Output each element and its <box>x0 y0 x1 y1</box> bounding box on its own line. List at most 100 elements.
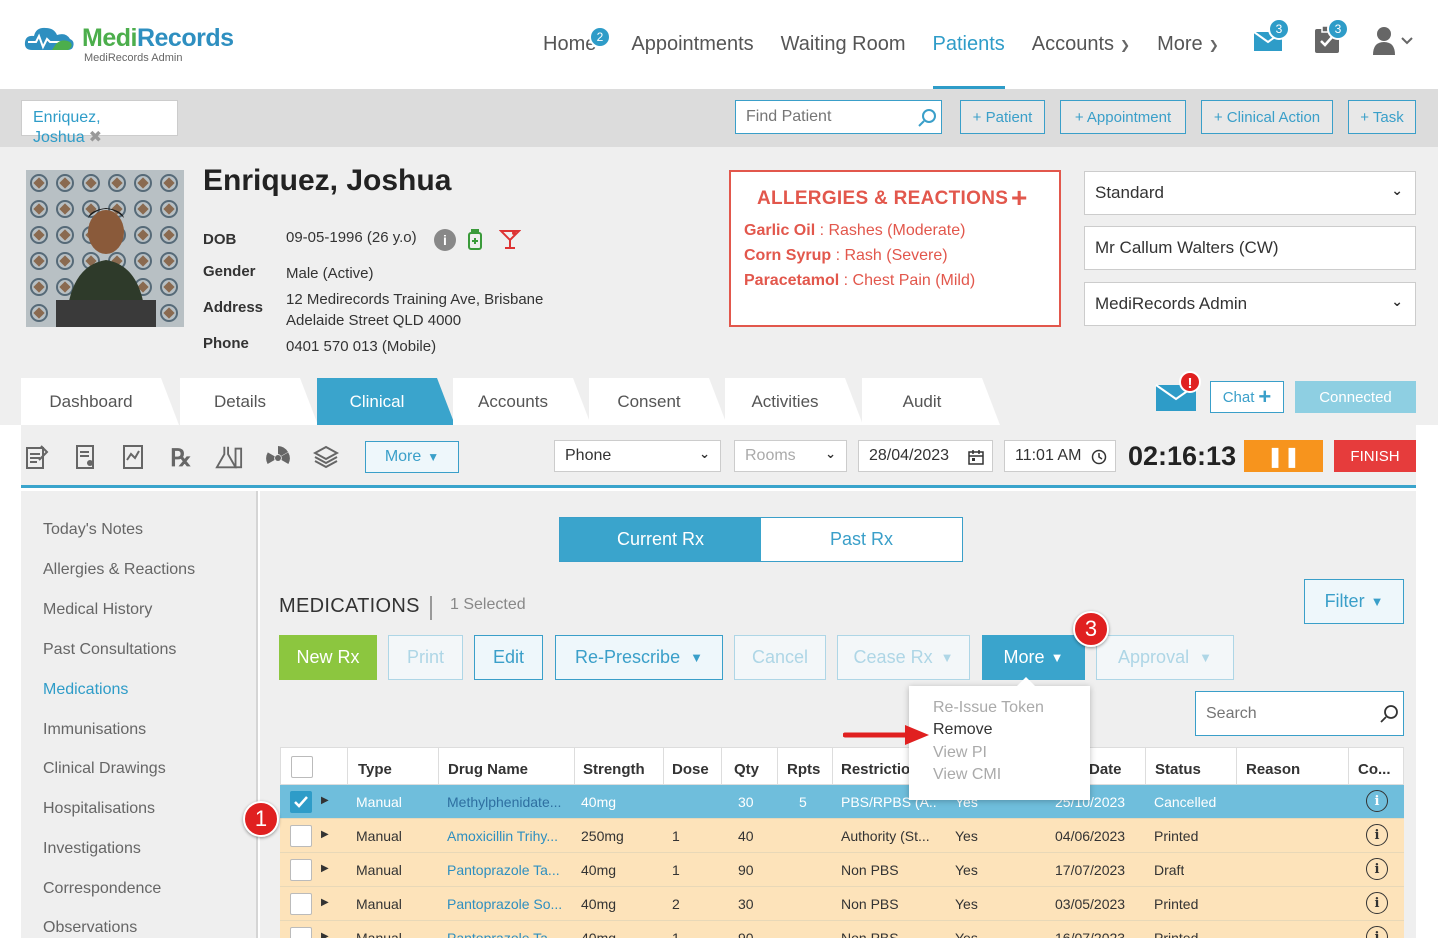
lab-icon[interactable] <box>215 443 243 471</box>
row-checkbox[interactable] <box>290 893 312 915</box>
tab-accounts[interactable]: Accounts <box>453 378 591 425</box>
col-restriction[interactable]: Restrictio <box>841 761 911 778</box>
tab-details[interactable]: Details <box>180 378 318 425</box>
sidebar-item-medications[interactable]: Medications <box>43 681 128 699</box>
nav-waiting-room[interactable]: Waiting Room <box>781 0 906 89</box>
medication-search-input[interactable] <box>1195 691 1404 736</box>
practitioner-select[interactable]: Mr Callum Walters (CW) <box>1084 226 1416 270</box>
add-appointment-button[interactable]: + Appointment <box>1060 100 1186 134</box>
add-clinical-action-button[interactable]: + Clinical Action <box>1201 100 1333 134</box>
cell-drug-name[interactable]: Pantoprazole Ta... <box>447 862 567 878</box>
col-reason[interactable]: Reason <box>1246 761 1300 778</box>
col-qty[interactable]: Qty <box>734 761 759 778</box>
cell-drug-name[interactable]: Amoxicillin Trihy... <box>447 828 567 844</box>
expand-icon[interactable]: ▶ <box>321 795 329 806</box>
info-icon[interactable]: i <box>1366 926 1388 938</box>
chat-button[interactable]: Chat + <box>1210 381 1284 413</box>
prescription-icon[interactable]: ℞ <box>167 443 195 472</box>
medication-icon[interactable] <box>466 228 484 250</box>
nav-accounts[interactable]: Accounts ❯ <box>1032 0 1130 89</box>
menu-item-view-pi[interactable]: View PI <box>933 744 987 762</box>
sidebar-item-medical-history[interactable]: Medical History <box>43 601 152 619</box>
select-all-checkbox[interactable] <box>291 756 313 778</box>
new-rx-button[interactable]: New Rx <box>279 635 377 680</box>
sidebar-item-investigations[interactable]: Investigations <box>43 840 141 858</box>
sidebar-item-clinical-drawings[interactable]: Clinical Drawings <box>43 760 166 778</box>
row-checkbox[interactable] <box>290 859 312 881</box>
pause-button[interactable]: ❚❚ <box>1244 440 1323 472</box>
tasks-icon[interactable]: 3 <box>1313 18 1349 59</box>
menu-item-reissue-token[interactable]: Re-Issue Token <box>933 699 1044 717</box>
report-icon[interactable] <box>119 443 147 471</box>
filter-button[interactable]: Filter ▼ <box>1304 579 1404 624</box>
cell-drug-name[interactable]: Pantoprazole So... <box>447 896 567 912</box>
add-allergy-icon[interactable]: + <box>1011 182 1027 214</box>
tab-clinical[interactable]: Clinical <box>317 378 455 425</box>
print-button[interactable]: Print <box>388 635 463 680</box>
add-patient-button[interactable]: + Patient <box>960 100 1045 134</box>
sidebar-item-past-consultations[interactable]: Past Consultations <box>43 641 176 659</box>
cease-rx-button[interactable]: Cease Rx ▼ <box>837 635 970 680</box>
tab-dashboard[interactable]: Dashboard <box>21 378 179 425</box>
table-row[interactable]: ▶ Manual Pantoprazole So... 40mg 2 30 No… <box>280 887 1404 921</box>
tab-past-rx[interactable]: Past Rx <box>761 518 962 561</box>
col-drug-name[interactable]: Drug Name <box>448 761 528 778</box>
find-patient-input[interactable] <box>735 100 942 134</box>
menu-item-view-cmi[interactable]: View CMI <box>933 766 1001 784</box>
tab-audit[interactable]: Audit <box>862 378 1000 425</box>
row-checkbox[interactable] <box>290 927 312 938</box>
col-comments[interactable]: Co... <box>1358 761 1391 778</box>
close-icon[interactable]: ✖ <box>89 129 102 146</box>
add-task-button[interactable]: + Task <box>1348 100 1416 134</box>
more-actions-button[interactable]: More ▼ <box>982 635 1085 680</box>
edit-button[interactable]: Edit <box>474 635 543 680</box>
layers-icon[interactable] <box>312 443 340 471</box>
col-rpts[interactable]: Rpts <box>787 761 820 778</box>
info-icon[interactable]: i <box>434 229 456 251</box>
sidebar-item-observations[interactable]: Observations <box>43 919 137 937</box>
info-icon[interactable]: i <box>1366 824 1388 846</box>
alcohol-icon[interactable] <box>499 228 521 250</box>
sidebar-item-allergies[interactable]: Allergies & Reactions <box>43 561 195 579</box>
date-input[interactable]: 28/04/2023 <box>858 440 993 472</box>
open-patient-tab[interactable]: Enriquez, Joshua ✖ <box>21 100 178 146</box>
expand-icon[interactable]: ▶ <box>321 897 329 908</box>
info-icon[interactable]: i <box>1366 858 1388 880</box>
location-select[interactable]: MediRecords Admin ⌄ <box>1084 282 1416 326</box>
time-input[interactable]: 11:01 AM <box>1004 440 1116 472</box>
cancel-button[interactable]: Cancel <box>734 635 826 680</box>
info-icon[interactable]: i <box>1366 892 1388 914</box>
search-icon[interactable] <box>917 108 937 128</box>
nav-appointments[interactable]: Appointments <box>631 0 753 89</box>
expand-icon[interactable]: ▶ <box>321 863 329 874</box>
user-menu-icon[interactable] <box>1372 26 1416 61</box>
col-date[interactable]: Date <box>1089 761 1122 778</box>
table-row[interactable]: ▶ Manual Pantoprazole Ta... 40mg 1 90 No… <box>280 853 1404 887</box>
nav-more[interactable]: More ❯ <box>1157 0 1219 89</box>
tab-current-rx[interactable]: Current Rx <box>560 518 761 561</box>
nav-home[interactable]: Home 2 <box>543 0 611 89</box>
tab-activities[interactable]: Activities <box>725 378 863 425</box>
notes-icon[interactable] <box>23 443 51 471</box>
connected-button[interactable]: Connected <box>1295 381 1416 413</box>
tab-consent[interactable]: Consent <box>589 378 727 425</box>
cell-drug-name[interactable]: Methylphenidate... <box>447 794 567 810</box>
info-icon[interactable]: i <box>1366 790 1388 812</box>
menu-item-remove[interactable]: Remove <box>933 721 993 739</box>
consult-mode-select[interactable]: Phone ⌄ <box>554 440 721 472</box>
table-row[interactable]: ▶ Manual Pantoprazole Ta... 40mg 1 90 No… <box>280 921 1404 938</box>
approval-button[interactable]: Approval ▼ <box>1096 635 1234 680</box>
document-icon[interactable] <box>72 443 100 471</box>
expand-icon[interactable]: ▶ <box>321 829 329 840</box>
rooms-select[interactable]: Rooms ⌄ <box>734 440 847 472</box>
mail-icon[interactable]: 3 <box>1253 18 1290 57</box>
toolbar-more-button[interactable]: More ▼ <box>365 441 459 473</box>
col-type[interactable]: Type <box>358 761 392 778</box>
row-checkbox[interactable] <box>290 791 312 813</box>
table-row[interactable]: ▶ Manual Amoxicillin Trihy... 250mg 1 40… <box>280 819 1404 853</box>
sidebar-item-immunisations[interactable]: Immunisations <box>43 721 146 739</box>
expand-icon[interactable]: ▶ <box>321 931 329 938</box>
table-row[interactable]: ▶ Manual Methylphenidate... 40mg 30 5 PB… <box>280 785 1404 819</box>
sidebar-item-todays-notes[interactable]: Today's Notes <box>43 521 143 539</box>
nav-patients[interactable]: Patients <box>932 0 1006 89</box>
